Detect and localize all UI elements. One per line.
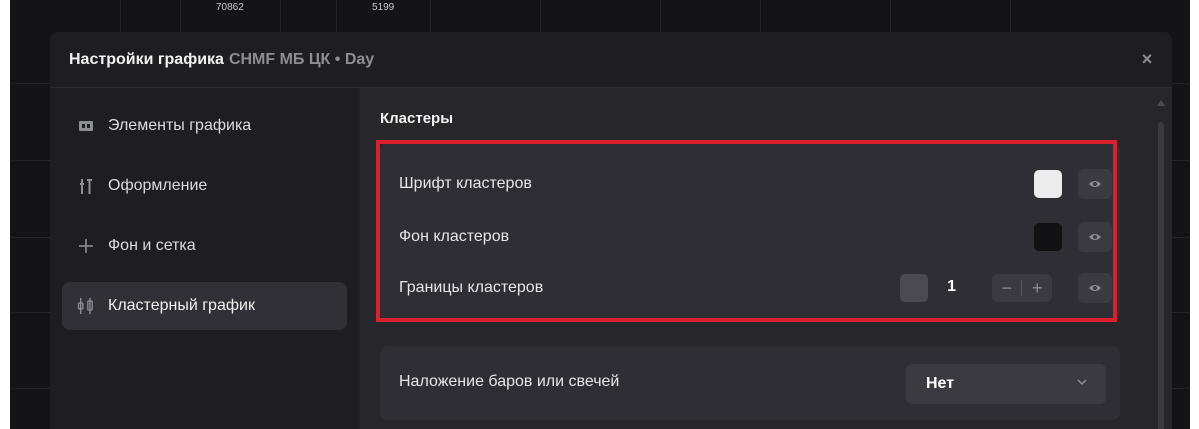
appearance-icon: [76, 176, 96, 196]
dialog-header: Настройки графика CHMF МБ ЦК • Day ×: [50, 32, 1172, 88]
cluster-font-row: Шрифт кластеров: [380, 164, 1120, 204]
stepper-divider: [1021, 280, 1023, 296]
sidebar-item-label: Элементы графика: [108, 117, 252, 134]
cluster-border-visibility-button[interactable]: [1078, 273, 1112, 303]
scroll-thumb[interactable]: [1158, 122, 1164, 429]
chart-value-label: 70862: [216, 2, 244, 13]
chart-value-label: 5199: [372, 2, 395, 13]
chart-settings-dialog: Настройки графика CHMF МБ ЦК • Day × Эле…: [50, 32, 1172, 429]
clusters-card: Шрифт кластеров Фон кластеров Границы кл…: [380, 142, 1120, 320]
overlay-selected-value: Нет: [926, 375, 955, 392]
scroll-up-icon: [1157, 100, 1165, 106]
eye-icon: [1089, 285, 1101, 291]
cluster-font-label: Шрифт кластеров: [399, 175, 532, 192]
overlay-select[interactable]: Нет: [906, 364, 1106, 404]
sidebar-item-chart-elements[interactable]: Элементы графика: [62, 102, 347, 150]
cluster-font-visibility-button[interactable]: [1078, 169, 1112, 199]
increment-button[interactable]: +: [1032, 278, 1043, 299]
sidebar-item-appearance[interactable]: Оформление: [62, 162, 347, 210]
cluster-border-color-swatch[interactable]: [900, 274, 928, 302]
chevron-down-icon: [1077, 379, 1087, 386]
cluster-chart-icon: [76, 296, 96, 316]
sidebar-item-label: Фон и сетка: [108, 237, 196, 254]
cluster-border-row: Границы кластеров 1 − +: [380, 268, 1120, 308]
sidebar-item-label: Оформление: [108, 177, 208, 194]
dialog-subtitle: CHMF МБ ЦК • Day: [228, 50, 375, 68]
cluster-background-color-swatch[interactable]: [1034, 223, 1062, 251]
sidebar-item-cluster-chart[interactable]: Кластерный график: [62, 282, 347, 330]
section-title-clusters: Кластеры: [380, 110, 454, 127]
sidebar-item-background-grid[interactable]: Фон и сетка: [62, 222, 347, 270]
sidebar-item-label: Кластерный график: [108, 297, 255, 314]
close-icon: ×: [1141, 49, 1153, 69]
cluster-background-visibility-button[interactable]: [1078, 222, 1112, 252]
content-scrollbar[interactable]: [1155, 98, 1167, 429]
cluster-font-color-swatch[interactable]: [1034, 170, 1062, 198]
cluster-border-width-stepper: − +: [992, 274, 1052, 302]
plus-icon: [76, 236, 96, 256]
cluster-border-label: Границы кластеров: [399, 279, 544, 296]
overlay-label: Наложение баров или свечей: [399, 373, 620, 390]
overlay-card: Наложение баров или свечей Нет: [380, 346, 1120, 420]
cluster-background-label: Фон кластеров: [399, 228, 510, 245]
close-button[interactable]: ×: [1136, 48, 1158, 70]
settings-sidebar: Элементы графика Оформление Фон и сетка …: [50, 88, 359, 429]
chart-elements-icon: [76, 116, 96, 136]
settings-content: Кластеры Шрифт кластеров Фон кластеров Г…: [359, 88, 1172, 429]
cluster-background-row: Фон кластеров: [380, 217, 1120, 257]
dialog-title: Настройки графика: [69, 50, 224, 68]
cluster-border-width-value[interactable]: 1: [947, 278, 956, 296]
eye-icon: [1089, 234, 1101, 240]
eye-icon: [1089, 181, 1101, 187]
decrement-button[interactable]: −: [1001, 278, 1012, 299]
